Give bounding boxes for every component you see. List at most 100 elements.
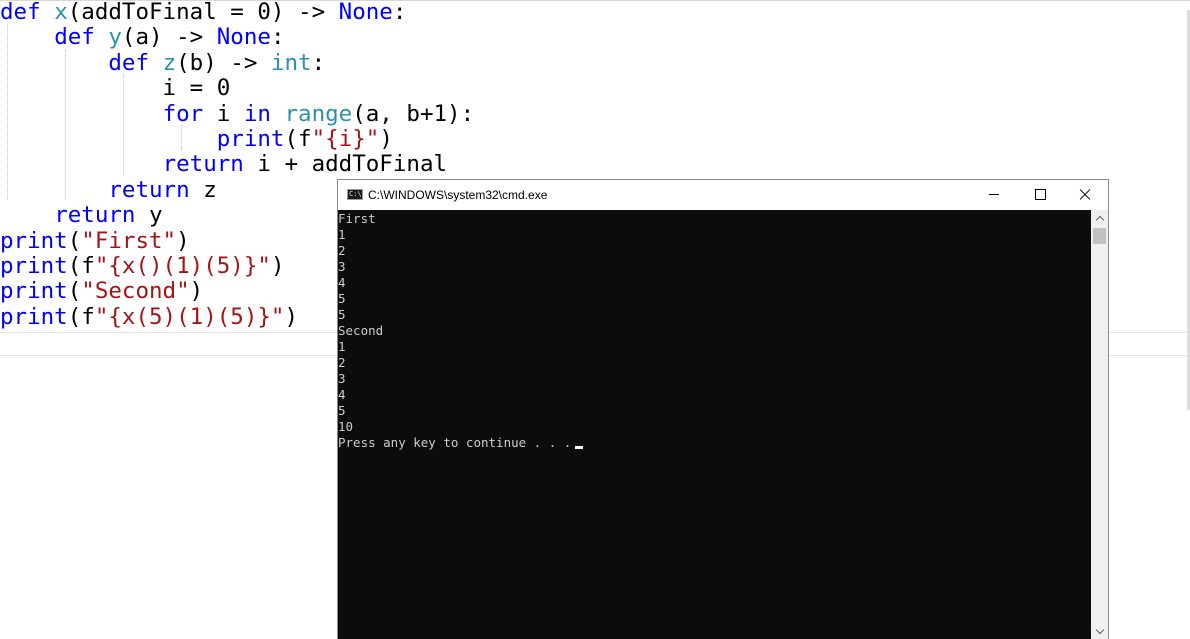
code-token: def <box>0 0 41 25</box>
console-titlebar[interactable]: C:\ C:\WINDOWS\system32\cmd.exe <box>338 180 1108 210</box>
console-scrollbar[interactable] <box>1091 210 1108 639</box>
minimize-icon <box>989 194 999 195</box>
console-prompt-line: Press any key to continue . . . <box>338 435 584 451</box>
console-output: First 1 2 3 4 5 5 Second 1 2 3 4 5 10 <box>338 211 583 435</box>
code-token: "{x()(1)(5)}" <box>94 253 271 279</box>
code-token: def <box>54 24 95 51</box>
code-line: print(f"{x(5)(1)(5)}") <box>0 303 298 330</box>
code-token: z <box>189 176 217 203</box>
code-token: print <box>0 278 68 305</box>
code-token: def <box>108 49 150 76</box>
cmd-icon: C:\ <box>347 189 363 200</box>
code-token: (a) -> <box>121 24 217 51</box>
desktop: def x(addToFinal = 0) -> None: def y(a) … <box>0 0 1190 639</box>
scroll-thumb[interactable] <box>1093 228 1106 244</box>
code-token: return <box>108 176 190 203</box>
code-token: print <box>0 303 68 330</box>
code-token: ( <box>67 227 82 254</box>
code-token: "Second" <box>81 278 190 305</box>
code-line: for i in range(a, b+1): <box>0 100 475 127</box>
code-token: y <box>108 24 122 51</box>
chevron-up-icon <box>1095 215 1104 225</box>
console-prompt: Press any key to continue . . . <box>338 435 572 450</box>
console-line: 3 <box>338 259 346 274</box>
code-line: def y(a) -> None: <box>0 25 284 50</box>
code-line: print("First") <box>0 227 190 254</box>
console-line: Second <box>338 323 384 338</box>
console-output-area[interactable]: First 1 2 3 4 5 5 Second 1 2 3 4 5 10 Press any key t… <box>338 210 1091 639</box>
code-token: ) <box>270 253 285 279</box>
code-token: for <box>162 100 204 127</box>
code-token: ) <box>189 278 204 305</box>
close-button[interactable] <box>1062 180 1108 209</box>
code-token: : <box>392 0 407 25</box>
code-token: x <box>54 0 68 25</box>
code-token: (addToFinal = 0) -> <box>67 0 339 25</box>
code-token: i = 0 <box>0 75 231 102</box>
console-line: 1 <box>338 339 346 354</box>
code-line: print(f"{i}") <box>0 127 393 152</box>
console-line: 5 <box>338 291 346 306</box>
console-line: 4 <box>338 275 346 290</box>
code-token: i <box>203 100 244 127</box>
console-line: 2 <box>338 243 346 258</box>
console-line: 5 <box>338 307 346 322</box>
code-token: y <box>135 202 163 229</box>
console-window[interactable]: C:\ C:\WINDOWS\system32\cmd.exe First 1 2 3… <box>337 179 1109 639</box>
code-line: def x(addToFinal = 0) -> None: <box>0 0 406 25</box>
cmd-icon-text: C:\ <box>349 190 362 198</box>
code-token: print <box>0 253 68 279</box>
code-token: : <box>311 49 326 76</box>
console-line: 1 <box>338 227 346 242</box>
code-token: int <box>270 49 312 76</box>
code-token: "{i}" <box>311 126 380 152</box>
console-line: 2 <box>338 355 346 370</box>
code-line: print(f"{x()(1)(5)}") <box>0 254 284 279</box>
code-token: range <box>284 100 353 127</box>
code-token: ) <box>379 126 393 152</box>
code-token: (a, b+1): <box>352 100 475 127</box>
code-token: print <box>216 126 285 152</box>
code-token: print <box>0 227 68 254</box>
chevron-down-icon <box>1095 625 1104 635</box>
code-line: return y <box>0 202 163 229</box>
close-icon <box>1079 189 1091 201</box>
code-token: (b) -> <box>176 49 271 76</box>
code-token: "{x(5)(1)(5)}" <box>94 303 285 330</box>
console-line: 3 <box>338 371 346 386</box>
maximize-icon <box>1034 189 1046 200</box>
code-line: def z(b) -> int: <box>0 49 326 76</box>
window-title: C:\WINDOWS\system32\cmd.exe <box>368 188 548 202</box>
code-token: return <box>162 151 244 178</box>
console-line: 5 <box>338 403 346 418</box>
code-line: print("Second") <box>0 279 203 304</box>
scroll-down-button[interactable] <box>1091 623 1108 639</box>
code-line: return i + addToFinal <box>0 152 447 177</box>
code-token: ( <box>67 278 82 305</box>
code-token: z <box>162 49 177 76</box>
code-token: in <box>243 100 271 127</box>
maximize-button[interactable] <box>1017 180 1063 209</box>
text-cursor <box>575 446 584 449</box>
scroll-up-button[interactable] <box>1091 210 1108 227</box>
code-token: (f <box>67 303 95 330</box>
code-token: return <box>54 202 136 229</box>
minimize-button[interactable] <box>971 180 1017 209</box>
code-token: "First" <box>81 227 177 254</box>
code-token: (f <box>284 126 312 152</box>
code-token: None <box>216 24 271 51</box>
code-token: : <box>270 24 285 51</box>
code-token: i + addToFinal <box>243 151 448 178</box>
console-text: First 1 2 3 4 5 5 Second 1 2 3 4 5 10 Press any key t… <box>338 211 584 451</box>
code-token: None <box>338 0 393 25</box>
